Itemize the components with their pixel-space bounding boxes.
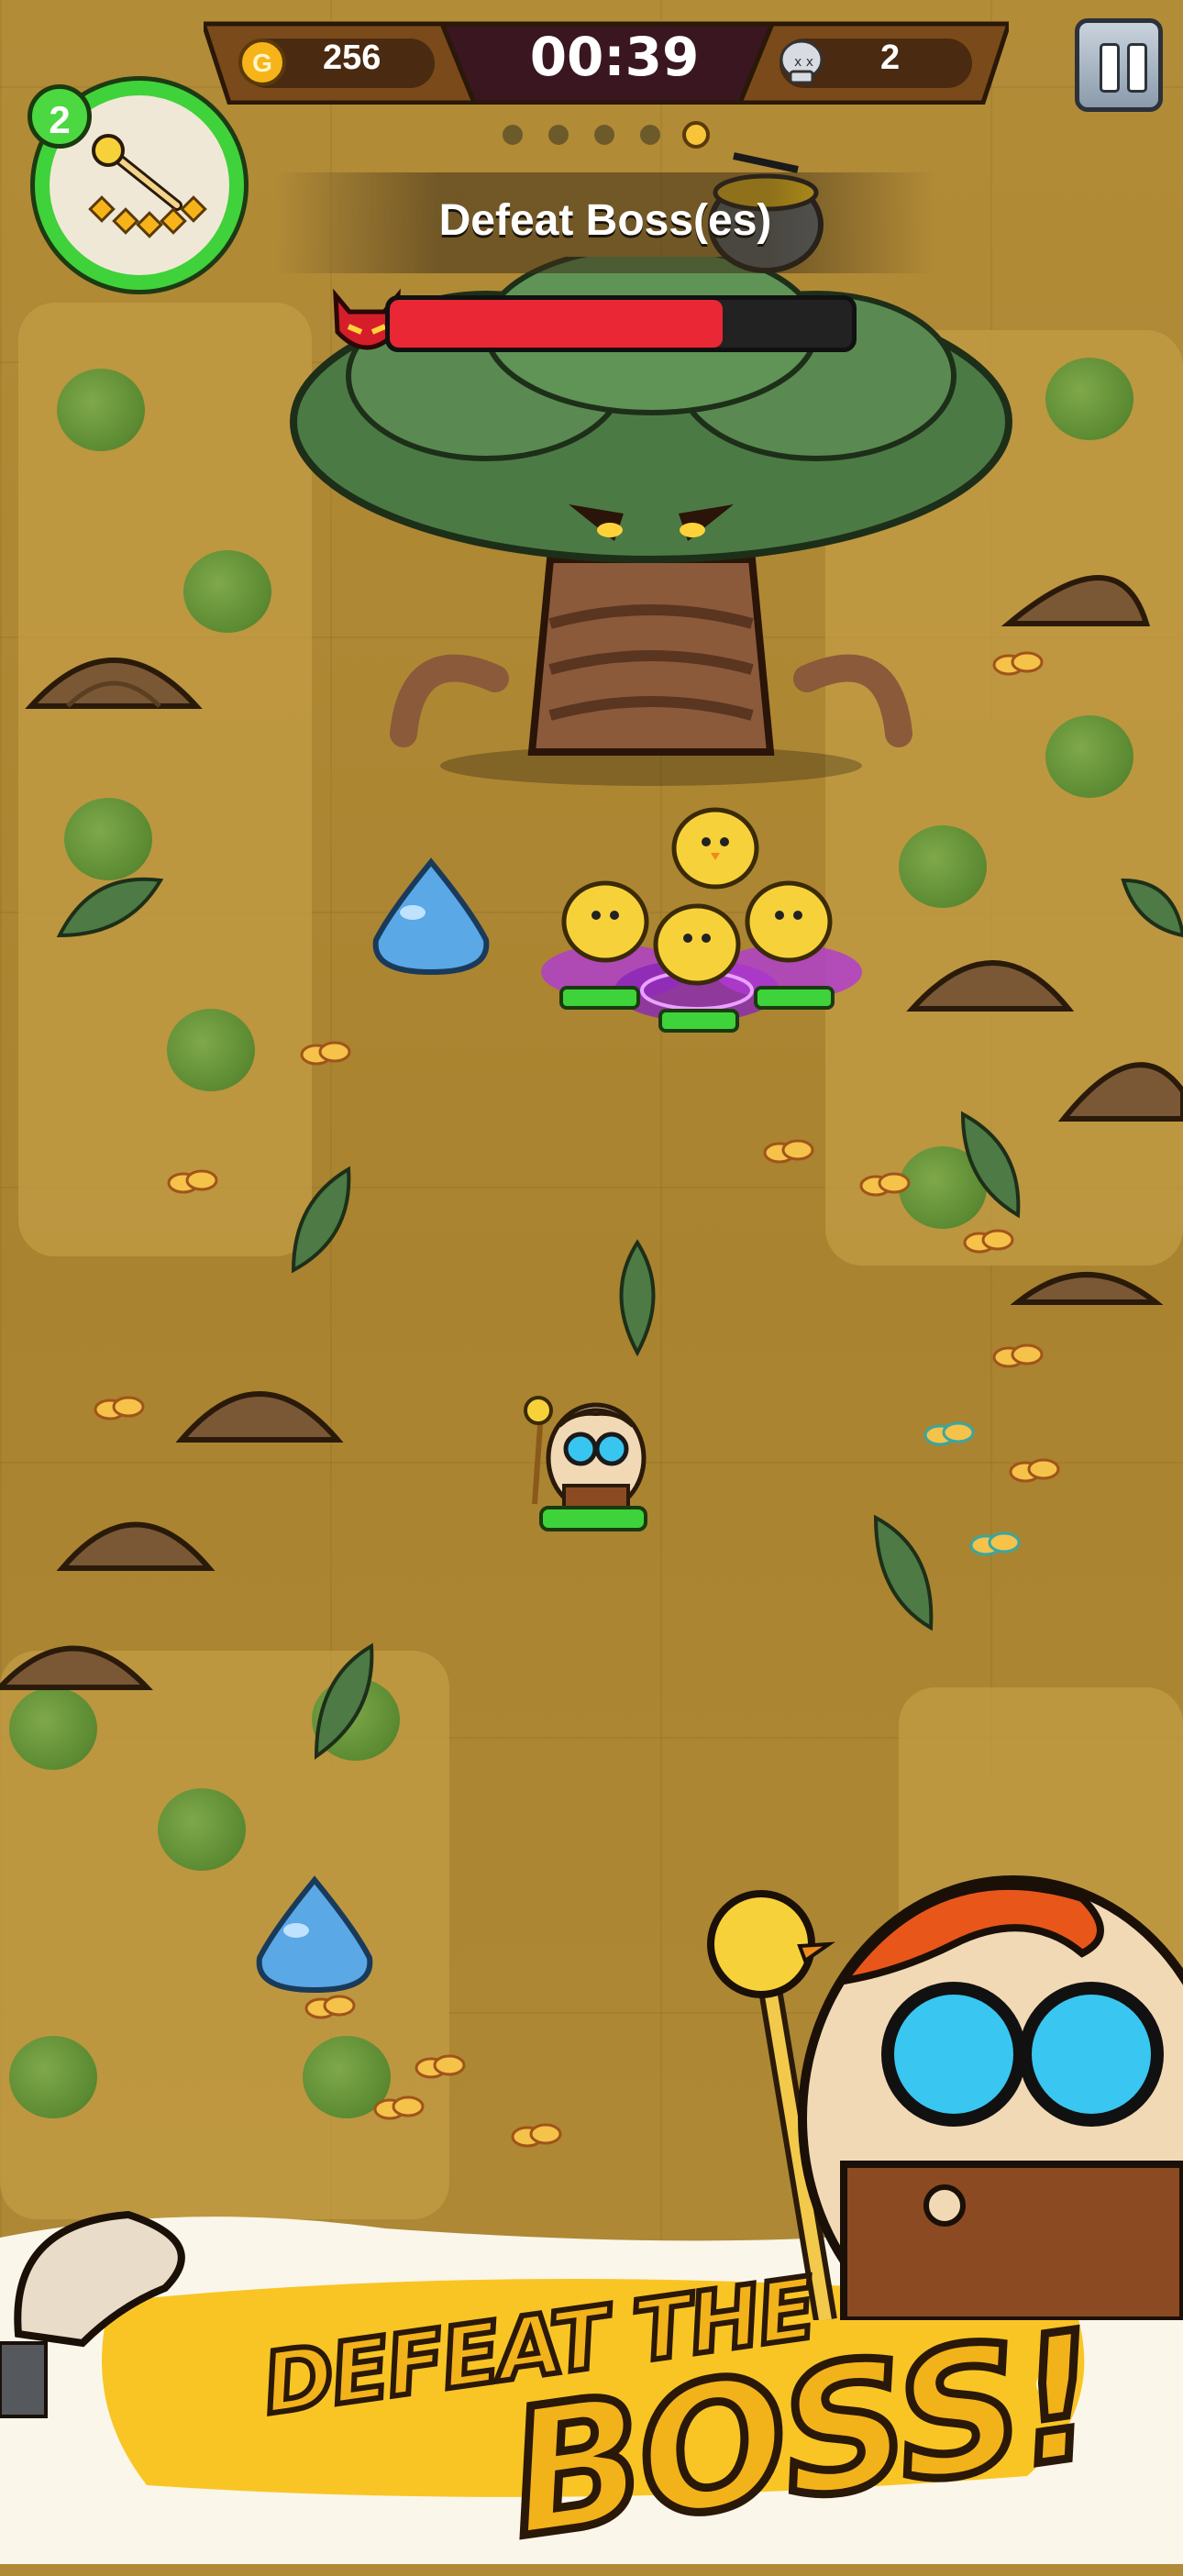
player-health-bar (539, 1506, 647, 1531)
gold-coin-pickup[interactable] (303, 1985, 359, 2022)
enemy-health-bar (754, 986, 835, 1010)
dirt-mound (0, 1645, 153, 1690)
wave-dot (548, 125, 569, 145)
leaf-projectile (619, 1239, 656, 1357)
ground-patch (18, 303, 312, 1256)
gold-coin-pickup[interactable] (990, 1334, 1047, 1371)
chick-enemy[interactable] (555, 871, 656, 972)
dirt-mound (175, 1391, 344, 1443)
gold-coin-pickup[interactable] (961, 1220, 1018, 1256)
wave-dot (503, 125, 523, 145)
gold-coin-pickup[interactable] (165, 1160, 222, 1197)
pause-icon (1100, 43, 1120, 93)
bush (9, 1687, 97, 1770)
dirt-mound (1010, 1272, 1164, 1305)
bush (183, 550, 271, 633)
objective-banner: Defeat Boss(es) (275, 172, 935, 273)
bush (9, 2036, 97, 2118)
gold-counter: 256 (323, 39, 381, 77)
gold-coin-pickup[interactable] (298, 1032, 355, 1068)
bush (1045, 715, 1133, 798)
bush (57, 369, 145, 451)
leaf-projectile (960, 1111, 1021, 1219)
dirt-mound (906, 960, 1075, 1012)
pause-button[interactable] (1075, 18, 1163, 112)
bush (899, 825, 987, 908)
chick-enemy[interactable] (647, 894, 747, 995)
boss-health-fill (390, 300, 723, 348)
gold-coin-pickup[interactable] (92, 1387, 149, 1423)
blue-slime-enemy[interactable] (362, 857, 500, 977)
chick-enemy[interactable] (738, 871, 839, 972)
gold-coin-pickup[interactable] (509, 2114, 566, 2150)
gold-coin-pickup[interactable] (371, 2086, 428, 2123)
match-timer: 00:39 (529, 26, 700, 88)
pause-icon-bar (1127, 43, 1147, 93)
gold-coin-pickup[interactable] (922, 1412, 978, 1449)
player-character[interactable] (509, 1385, 656, 1522)
gold-coin-pickup[interactable] (413, 2045, 470, 2082)
kill-counter: 2 (880, 39, 901, 77)
gold-coin-pickup[interactable] (857, 1163, 914, 1200)
gold-coin-pickup[interactable] (990, 642, 1047, 679)
gold-coin-pickup[interactable] (761, 1130, 818, 1166)
bush (167, 1009, 255, 1091)
gold-coin-pickup[interactable] (1007, 1449, 1064, 1486)
boss-health-bar (385, 295, 857, 352)
gold-coin-pickup[interactable] (967, 1522, 1024, 1559)
leaf-projectile (291, 1166, 351, 1274)
gold-coin-icon: G (238, 39, 286, 86)
leaf-projectile (56, 877, 164, 938)
wave-dot (640, 125, 660, 145)
wave-dot (594, 125, 614, 145)
level-badge: 2 (28, 84, 92, 149)
hero-portrait (707, 1875, 1183, 2320)
enemy-health-bar (658, 1009, 739, 1033)
bush (158, 1788, 246, 1871)
dirt-mound (1057, 1062, 1183, 1122)
objective-text: Defeat Boss(es) (438, 196, 772, 245)
leaf-projectile (314, 1642, 374, 1760)
dirt-mound (56, 1521, 216, 1571)
skull-icon: x x (779, 39, 824, 84)
enemy-health-bar (559, 986, 640, 1010)
shovel-icon (0, 2210, 185, 2418)
svg-text:G: G (252, 49, 272, 77)
leaf-projectile (873, 1514, 934, 1631)
bush (64, 798, 152, 880)
leaf-projectile (1121, 878, 1183, 938)
dirt-mound (25, 658, 203, 709)
svg-text:x x: x x (794, 55, 813, 70)
bush (1045, 358, 1133, 440)
blue-slime-enemy[interactable] (246, 1875, 383, 1995)
chick-staff-icon (88, 134, 207, 238)
